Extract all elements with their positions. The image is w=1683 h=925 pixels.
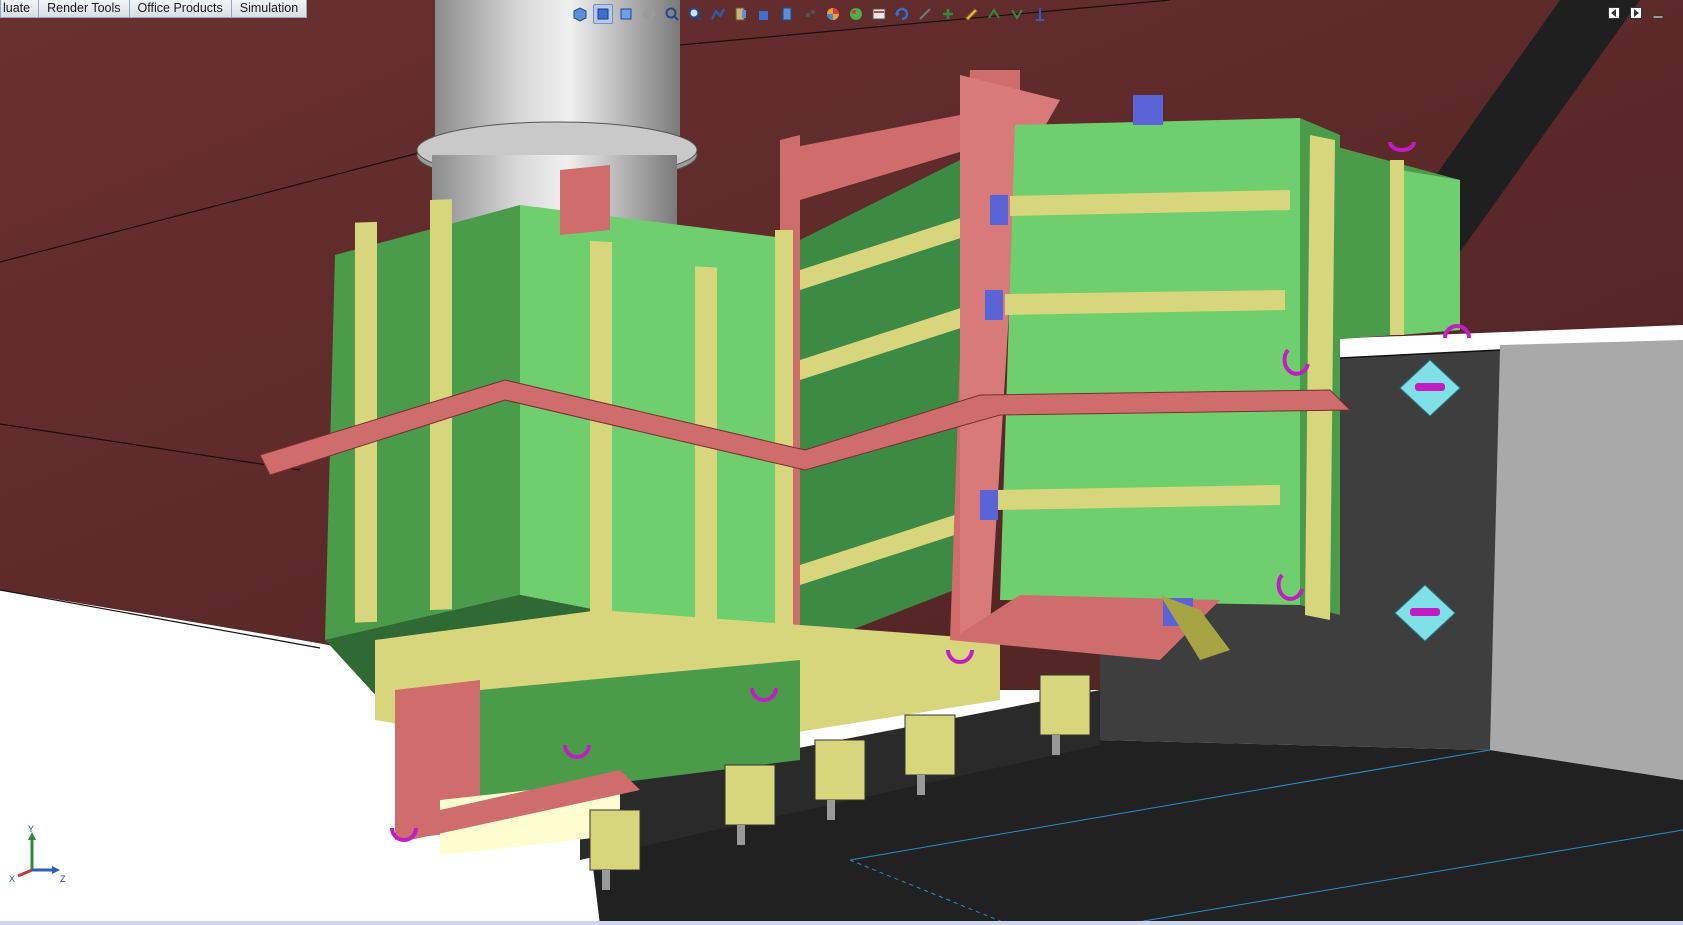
graphics-viewport[interactable] xyxy=(0,0,1683,925)
hidden-lines-icon[interactable] xyxy=(639,4,659,24)
reference-icon[interactable] xyxy=(961,4,981,24)
relation-icon[interactable] xyxy=(1007,4,1027,24)
triad-x-label: X xyxy=(9,874,15,884)
coordinate-icon[interactable] xyxy=(1030,4,1050,24)
right-box xyxy=(950,70,1340,660)
hide-show-icon[interactable] xyxy=(777,4,797,24)
isometric-view-icon[interactable] xyxy=(570,4,590,24)
tab-office-products[interactable]: Office Products xyxy=(129,0,232,18)
exhaust-pipe xyxy=(416,0,698,225)
render-icon[interactable] xyxy=(846,4,866,24)
zoom-to-fit-icon[interactable] xyxy=(662,4,682,24)
window-controls xyxy=(1607,6,1665,20)
shaded-view-icon[interactable] xyxy=(616,4,636,24)
dimension-icon[interactable] xyxy=(984,4,1004,24)
tab-simulation[interactable]: Simulation xyxy=(231,0,308,18)
view-cube-icon[interactable] xyxy=(754,4,774,24)
section-view-icon[interactable] xyxy=(731,4,751,24)
tile-left-icon[interactable] xyxy=(1607,6,1621,20)
triad-y-label: Y xyxy=(28,824,34,834)
tab-evaluate[interactable]: luate xyxy=(0,0,40,18)
display-style-icon[interactable] xyxy=(593,4,613,24)
zoom-area-icon[interactable] xyxy=(685,4,705,24)
select-icon[interactable] xyxy=(892,4,912,24)
edit-icon[interactable] xyxy=(938,4,958,24)
sketch-icon[interactable] xyxy=(708,4,728,24)
feature-icon[interactable] xyxy=(915,4,935,24)
triad-z-label: Z xyxy=(60,874,66,884)
scene-icon[interactable] xyxy=(823,4,843,24)
heads-up-view-toolbar xyxy=(570,3,1050,25)
tab-render-tools[interactable]: Render Tools xyxy=(39,0,130,18)
minimize-icon[interactable] xyxy=(1651,6,1665,20)
coordinate-triad: Y X Z xyxy=(9,824,66,884)
tile-right-icon[interactable] xyxy=(1629,6,1643,20)
rotate-icon[interactable] xyxy=(869,4,889,24)
viewport-bottom-border xyxy=(0,921,1683,925)
menu-tab-bar: luate Render Tools Office Products Simul… xyxy=(0,0,308,19)
appearance-icon[interactable] xyxy=(800,4,820,24)
